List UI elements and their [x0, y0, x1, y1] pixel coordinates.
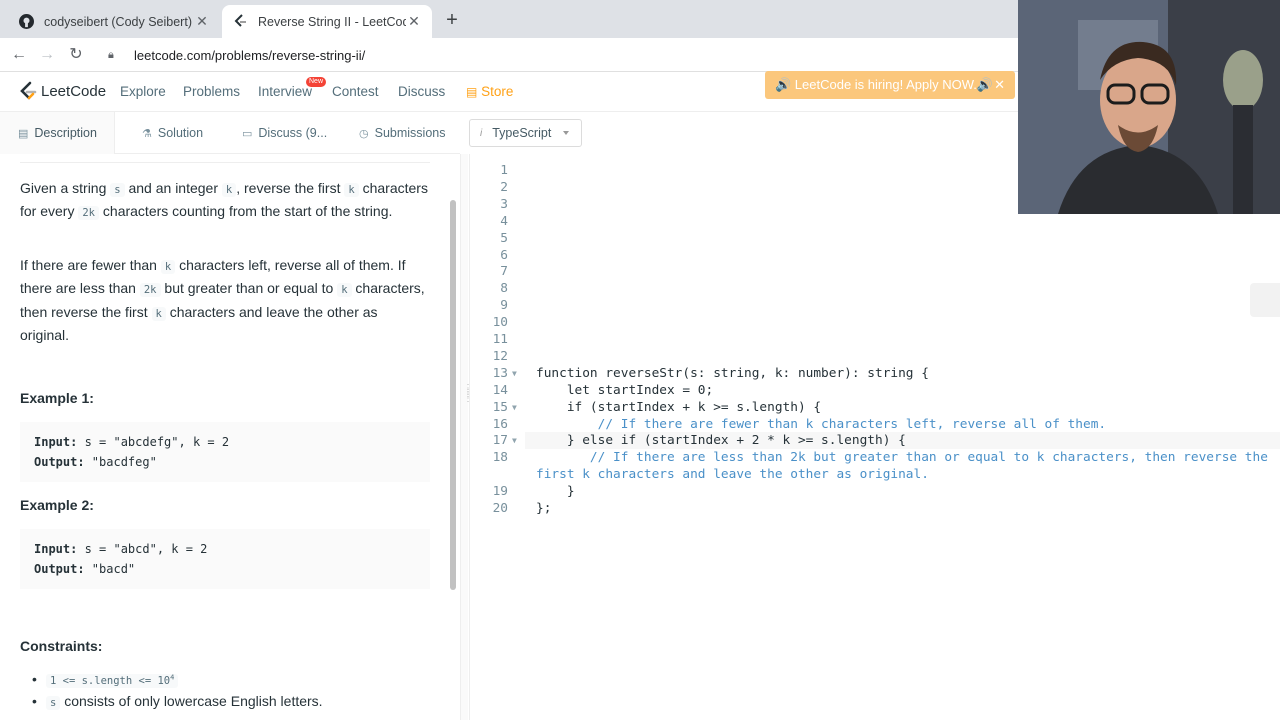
line-number: 16 [492, 416, 508, 432]
hiring-banner[interactable]: 🔊 LeetCode is hiring! Apply NOW.🔊 ✕ [765, 71, 1015, 99]
tab-label: Solution [157, 126, 204, 140]
webcam-overlay [1018, 0, 1280, 214]
url-text: leetcode.com/problems/reverse-string-ii/ [134, 47, 366, 63]
info-icon: i [480, 127, 483, 139]
tab-title: codyseibert (Cody Seibert) [44, 14, 192, 29]
constraint-item: s consists of only lowercase English let… [32, 693, 323, 710]
line-number: 6 [500, 247, 508, 263]
line-number: 15 [492, 399, 508, 415]
code-line: if (startIndex + k >= s.length) { [536, 399, 822, 415]
description-scrollbar[interactable] [450, 200, 456, 590]
nav-interview[interactable]: Interview [258, 84, 312, 99]
line-number: 20 [492, 501, 508, 516]
code-line: } [536, 484, 575, 500]
line-number: 12 [492, 348, 508, 364]
line-number: 8 [500, 281, 508, 297]
example-1-box: Input: s = "abcdefg", k = 2 Output: "bac… [20, 422, 430, 482]
code-line: first k characters and leave the other a… [536, 467, 929, 483]
line-number: 1 [500, 163, 508, 178]
line-number: 7 [500, 264, 508, 280]
hiring-banner-text: 🔊 LeetCode is hiring! Apply NOW.🔊 [775, 77, 994, 92]
line-number: 19 [492, 484, 508, 500]
code-line: // If there are less than 2k but greater… [536, 450, 1268, 466]
example-2-title: Example 2: [20, 497, 94, 513]
panel-resize-handle[interactable]: ⋮ ⋮ ⋮ [460, 154, 473, 720]
close-icon[interactable]: ✕ [994, 77, 1005, 93]
close-tab-icon[interactable]: ✕ [194, 13, 210, 30]
line-number: 18 [492, 450, 508, 466]
line-number: 5 [500, 230, 508, 246]
side-widget[interactable] [1250, 283, 1280, 317]
tab-discuss[interactable]: ▭ Discuss (9... [242, 112, 327, 154]
browser-tab-leetcode[interactable]: Reverse String II - LeetCode ✕ [222, 5, 432, 38]
line-number: 13 [492, 365, 508, 381]
logo-text: LeetCode [41, 82, 107, 100]
problem-tabs: ▤ Description ⚗ Solution ▭ Discuss (9...… [0, 112, 460, 154]
forward-arrow-icon[interactable]: → [36, 44, 58, 66]
tab-description[interactable]: ▤ Description [0, 112, 115, 154]
close-tab-icon[interactable]: ✕ [406, 13, 422, 30]
fold-arrow-icon[interactable]: ▼ [512, 403, 517, 412]
nav-explore[interactable]: Explore [120, 84, 166, 99]
line-number: 4 [500, 213, 508, 229]
constraints-title: Constraints: [20, 638, 103, 654]
nav-discuss[interactable]: Discuss [398, 84, 445, 99]
presenter-image [1018, 0, 1280, 214]
tab-solution[interactable]: ⚗ Solution [142, 112, 203, 154]
comment-icon: ▭ [242, 127, 253, 140]
back-arrow-icon[interactable]: ← [8, 44, 30, 66]
store-icon: ▤ [466, 85, 478, 99]
tab-label: Discuss (9... [258, 126, 328, 140]
code-line: }; [536, 501, 552, 516]
line-number: 9 [500, 298, 508, 314]
tab-label: Description [34, 126, 97, 140]
fold-arrow-icon[interactable]: ▼ [512, 436, 517, 445]
leetcode-logo-icon [20, 81, 37, 100]
line-number: 14 [492, 382, 508, 398]
lock-icon: 🔒︎ [108, 48, 114, 61]
github-icon [18, 14, 34, 30]
nav-problems[interactable]: Problems [183, 84, 240, 99]
constraint-item: 1 <= s.length <= 104 [32, 671, 179, 688]
language-select[interactable]: i TypeScript [469, 119, 582, 147]
nav-store[interactable]: ▤ Store [466, 84, 513, 99]
browser-tab-github[interactable]: codyseibert (Cody Seibert) ✕ [8, 5, 220, 38]
language-value: TypeScript [492, 126, 552, 140]
example-1-title: Example 1: [20, 390, 94, 406]
description-icon: ▤ [18, 127, 29, 140]
tab-label: Submissions [374, 126, 446, 140]
nav-store-label: Store [481, 84, 514, 99]
code-line: } else if (startIndex + 2 * k >= s.lengt… [536, 433, 906, 449]
leetcode-icon [232, 14, 248, 30]
example-2-box: Input: s = "abcd", k = 2 Output: "bacd" [20, 529, 430, 589]
divider [20, 162, 430, 163]
description-paragraph-2: If there are fewer than k characters lef… [20, 257, 425, 343]
new-badge: New [306, 77, 327, 87]
fold-arrow-icon[interactable]: ▼ [512, 369, 517, 378]
tab-title: Reverse String II - LeetCode [258, 14, 406, 29]
chevron-down-icon [563, 131, 569, 135]
leetcode-logo[interactable]: LeetCode [19, 81, 106, 101]
code-line: // If there are fewer than k characters … [536, 416, 1107, 432]
reload-icon[interactable]: ↻ [65, 44, 87, 66]
code-line: let startIndex = 0; [536, 382, 714, 398]
problem-description: Given a string s and an integer k, rever… [0, 154, 450, 720]
code-line: function reverseStr(s: string, k: number… [536, 365, 929, 381]
line-number: 10 [492, 315, 508, 331]
code-editor[interactable]: 1 2 3 4 5 6 7 8 9 10 11 12 13 ▼ 14 15 ▼ 16 17 ▼ 18 19 20 funct… [469, 154, 1280, 720]
line-number: 3 [500, 196, 508, 212]
line-number: 11 [492, 332, 508, 347]
flask-icon: ⚗ [142, 127, 152, 140]
clock-icon: ◷ [359, 127, 369, 140]
description-paragraph-1: Given a string s and an integer k, rever… [20, 180, 428, 221]
line-number: 17 [492, 433, 508, 449]
tab-submissions[interactable]: ◷ Submissions [359, 112, 445, 154]
new-tab-button[interactable]: + [442, 10, 462, 30]
address-bar[interactable]: 🔒︎ leetcode.com/problems/reverse-string-… [100, 43, 1010, 67]
nav-contest[interactable]: Contest [332, 84, 379, 99]
line-number: 2 [500, 179, 508, 195]
